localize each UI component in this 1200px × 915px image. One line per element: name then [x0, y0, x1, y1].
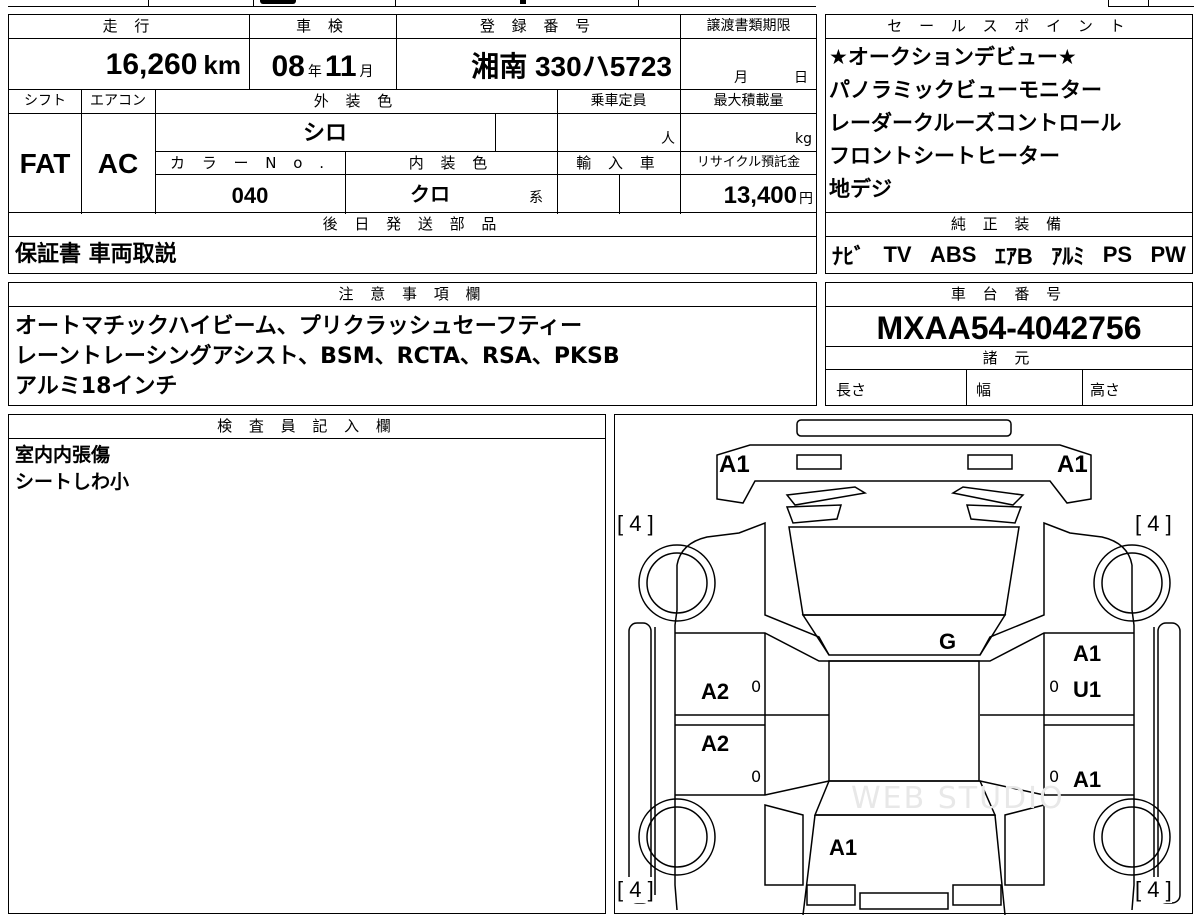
mark-windshield: G [939, 629, 957, 654]
mark-tire-rear-right: [ 4 ] [1135, 877, 1172, 903]
mark-zero-right-front: 0 [1049, 677, 1060, 696]
registration-header: 登 録 番 号 [479, 17, 597, 35]
spec-height-label: 高さ [1090, 381, 1121, 399]
aircon-header: エアコン [90, 93, 146, 109]
import-header: 輸 入 車 [576, 154, 661, 172]
transfer-deadline-header: 譲渡書類期限 [706, 18, 791, 34]
mark-right-rear-door: A1 [1073, 767, 1102, 792]
mark-tire-front-left: [ 4 ] [617, 511, 654, 537]
later-parts-box: 後 日 発 送 部 品 保証書 車両取説 [8, 212, 817, 274]
mark-hood-right: A1 [1057, 451, 1088, 478]
inspector-box: 検 査 員 記 入 欄 室内内張傷 シートしわ小 [8, 414, 606, 914]
equipment-item: PW [1150, 242, 1186, 267]
mark-right-front-door-u: U1 [1073, 677, 1102, 702]
inspector-line: 室内内張傷 [15, 444, 111, 466]
recycle-header: リサイクル預託金 [696, 155, 801, 170]
shaken-header: 車 検 [296, 17, 349, 35]
recycle-value: 13,400 円 [723, 182, 813, 209]
later-parts-header: 後 日 発 送 部 品 [322, 215, 503, 233]
equipment-item: PS [1102, 242, 1133, 267]
genuine-equipment-list: ﾅﾋﾞ TV ABS ｴｱB ｱﾙﾐ PS PW [826, 237, 1192, 273]
interior-color-suffix: 系 [529, 190, 543, 206]
aircon-value: AC [97, 148, 139, 179]
equipment-item: ｱﾙﾐ [1051, 244, 1085, 269]
shaken-value: 08 年 11 月 [271, 50, 374, 83]
equipment-item: ｴｱB [994, 244, 1033, 269]
sales-points-header: セ ー ル ス ポ イ ン ト [887, 17, 1131, 35]
mark-zero-left-front: 0 [751, 677, 762, 696]
specs-header: 諸 元 [982, 349, 1036, 367]
capacity-header: 乗車定員 [590, 93, 647, 109]
max-load-unit: kg [795, 131, 812, 147]
sales-point-item: 地デジ [829, 177, 892, 201]
notes-header: 注 意 事 項 欄 [338, 285, 487, 303]
chassis-box: 車 台 番 号 MXAA54-4042756 諸 元 長さ 幅 高さ [825, 282, 1193, 406]
mark-zero-left-rear: 0 [751, 767, 762, 786]
inspector-line: シートしわ小 [15, 471, 130, 493]
equipment-item: ABS [930, 242, 977, 267]
color-no-header: カ ラ ー N o . [169, 154, 330, 172]
shift-header: シフト [24, 93, 66, 109]
car-diagram-box: A1 A1 [ 4 ] [ 4 ] [ 4 ] [ 4 ] G A1 U1 A2… [614, 414, 1193, 915]
note-line: アルミ18インチ [15, 374, 178, 399]
sales-points-list: ★オークションデビュー★ パノラミックビューモニター レーダークルーズコントロー… [826, 41, 1121, 206]
exterior-color-value: シロ [302, 120, 347, 145]
spec-length-label: 長さ [836, 381, 867, 399]
car-body-diagram [628, 419, 1181, 915]
mark-tire-front-right: [ 4 ] [1135, 511, 1172, 537]
interior-color-value: クロ [410, 184, 450, 206]
notes-box: 注 意 事 項 欄 オートマチックハイビーム、プリクラッシュセーフティー レーン… [8, 282, 817, 406]
capacity-unit: 人 [661, 131, 675, 147]
registration-value: 湘南 330ハ5723 [471, 51, 672, 82]
chassis-header: 車 台 番 号 [950, 285, 1068, 303]
mark-rear: A1 [829, 835, 858, 860]
mileage-value: 16,260 km [105, 48, 241, 81]
chassis-number: MXAA54-4042756 [876, 310, 1142, 346]
transfer-deadline-units: 月 日 [734, 70, 808, 86]
max-load-header: 最大積載量 [713, 93, 784, 109]
sales-point-item: ★オークションデビュー★ [829, 45, 1077, 69]
mark-tire-rear-left: [ 4 ] [617, 877, 654, 903]
watermark: WEB STUDIO [851, 781, 1065, 816]
genuine-equipment-header: 純 正 装 備 [950, 215, 1068, 233]
note-line: レーントレーシングアシスト、BSM、RCTA、RSA、PKSB [15, 344, 620, 369]
sales-point-item: フロントシートヒーター [829, 144, 1060, 168]
top-strip-right [1108, 0, 1194, 7]
mark-hood-left: A1 [719, 451, 750, 478]
shift-value: FAT [19, 148, 71, 179]
note-line: オートマチックハイビーム、プリクラッシュセーフティー [15, 314, 583, 339]
top-strip [8, 0, 816, 7]
notes-lines: オートマチックハイビーム、プリクラッシュセーフティー レーントレーシングアシスト… [9, 312, 620, 402]
genuine-equipment-box: 純 正 装 備 ﾅﾋﾞ TV ABS ｴｱB ｱﾙﾐ PS PW [825, 212, 1193, 274]
equipment-item: TV [883, 242, 912, 267]
later-parts-value: 保証書 車両取説 [15, 242, 177, 267]
sales-point-item: レーダークルーズコントロール [829, 111, 1122, 135]
inspector-header: 検 査 員 記 入 欄 [217, 417, 397, 435]
sales-point-item: パノラミックビューモニター [829, 78, 1102, 102]
mark-right-front-door-a: A1 [1073, 641, 1102, 666]
equipment-item: ﾅﾋﾞ [832, 244, 866, 269]
mileage-header: 走 行 [102, 17, 156, 35]
spec-width-label: 幅 [976, 381, 992, 399]
color-no-value: 040 [231, 183, 269, 208]
vehicle-info-table: 走 行 車 検 登 録 番 号 譲渡書類期限 16,260 km 08 年 11 月 湘… [8, 14, 817, 214]
interior-color-header: 内 装 色 [408, 154, 494, 172]
sales-points-box: セ ー ル ス ポ イ ン ト ★オークションデビュー★ パノラミックビューモニ… [825, 14, 1193, 213]
mark-left-front-door: A2 [701, 679, 730, 704]
mark-left-rear-door: A2 [701, 731, 730, 756]
inspector-lines: 室内内張傷 シートしわ小 [9, 442, 129, 496]
exterior-color-header: 外 装 色 [313, 92, 399, 110]
